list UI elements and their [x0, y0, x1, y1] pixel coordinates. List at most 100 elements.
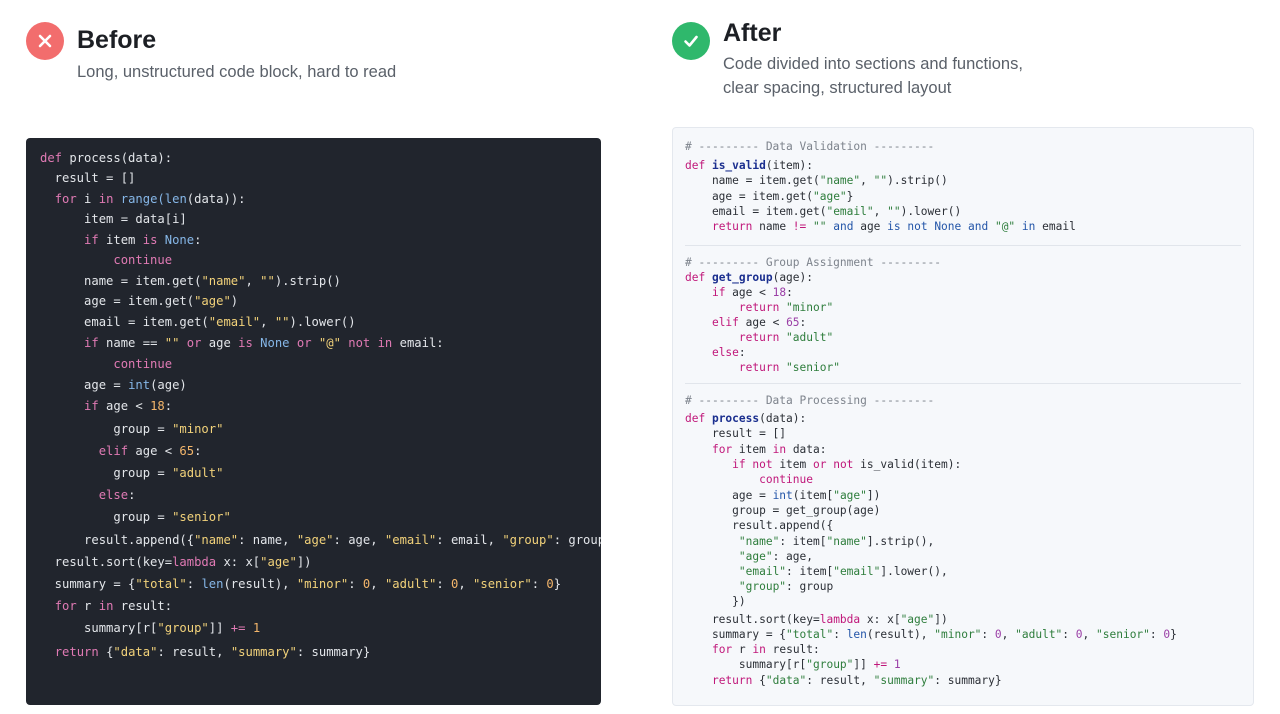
code-line: result.append({ — [685, 519, 833, 533]
code-token: or not — [813, 458, 861, 471]
code-token: } — [553, 577, 562, 591]
code-line: if name == "" or age is None or "@" not … — [40, 335, 601, 351]
code-token: not in — [348, 336, 400, 350]
code-line: def get_group(age): — [685, 271, 813, 285]
code-line: for r in result: — [40, 598, 601, 614]
code-token: len — [164, 192, 187, 206]
code-token: ).strip() — [887, 174, 948, 187]
code-line: # --------- Data Validation --------- — [685, 140, 934, 154]
code-token: : — [1149, 628, 1164, 641]
code-token: summary = { — [40, 577, 136, 591]
after-code-block: # --------- Data Validation --------- def… — [672, 127, 1254, 706]
code-token: get_group — [711, 271, 773, 284]
code-token: in — [98, 599, 121, 613]
code-token: process(data): — [69, 151, 173, 165]
code-token: name — [759, 220, 793, 233]
code-token: "adult" — [786, 331, 834, 344]
code-token: "total" — [135, 577, 187, 591]
code-token: def — [685, 412, 712, 425]
code-token: : email, — [436, 533, 503, 547]
code-token: group = — [40, 510, 173, 524]
code-line: def process(data): — [40, 150, 601, 166]
code-token: email = item.get( — [40, 315, 209, 329]
code-line: group = "minor" — [40, 421, 601, 437]
code-token: int — [128, 378, 151, 392]
code-token: (item): — [765, 159, 813, 172]
code-token: : — [799, 316, 807, 329]
code-token: r — [84, 599, 99, 613]
code-token: "senior" — [1096, 628, 1150, 641]
code-token: "minor" — [934, 628, 982, 641]
code-token: ].lower(), — [880, 565, 948, 578]
code-token: return — [738, 331, 787, 344]
code-token: "group" — [738, 580, 787, 593]
code-token: { — [759, 674, 766, 687]
code-token: age < — [732, 286, 773, 299]
code-token: email: — [399, 336, 444, 350]
code-token: item — [106, 233, 143, 247]
before-subtitle: Long, unstructured code block, hard to r… — [77, 63, 397, 81]
code-token: "group" — [806, 658, 854, 671]
code-token: group = — [40, 422, 173, 436]
code-token: ]] — [208, 621, 231, 635]
code-token: += — [230, 621, 246, 635]
code-token: , — [245, 274, 261, 288]
code-token: def — [40, 151, 70, 165]
code-token: "group" — [502, 533, 554, 547]
code-token: return — [711, 674, 760, 687]
code-token: 65 — [179, 444, 195, 458]
code-line: continue — [40, 252, 601, 268]
code-line: result.append({"name": name, "age": age,… — [40, 532, 601, 548]
code-line: group = "senior" — [40, 509, 601, 525]
code-token: "senior" — [172, 510, 231, 524]
code-token: "email" — [208, 315, 261, 329]
code-token: # --------- Group Assignment --------- — [685, 256, 941, 269]
code-token: (data)): — [186, 192, 246, 206]
code-token: : — [531, 577, 547, 591]
code-token: } — [846, 190, 854, 203]
code-token: if — [84, 336, 107, 350]
code-token: "age" — [738, 550, 773, 563]
success-badge — [672, 22, 710, 60]
code-line: age = item.get("age"} — [685, 190, 853, 204]
code-token: "summary" — [873, 674, 935, 687]
section-divider — [685, 245, 1241, 246]
code-token: "minor" — [296, 577, 349, 591]
code-token: : result, — [157, 645, 231, 659]
code-token: name == — [106, 336, 165, 350]
code-line: summary[r["group"]] += 1 — [40, 620, 601, 636]
code-token: 18 — [150, 399, 165, 413]
code-token: i — [84, 192, 99, 206]
code-token: "@" — [994, 220, 1016, 233]
code-token: "" — [887, 205, 901, 218]
code-token: "" — [873, 174, 888, 187]
code-token: "summary" — [230, 645, 297, 659]
code-token: (age): — [772, 271, 813, 284]
code-token: 0 — [546, 577, 554, 591]
code-token: : — [436, 577, 451, 591]
code-line: "email": item["email"].lower(), — [685, 565, 948, 579]
code-line: summary = {"total": len(result), "minor"… — [685, 628, 1177, 642]
code-token: if not — [732, 458, 780, 471]
code-line: for i in range(len(data)): — [40, 191, 601, 207]
code-token: } — [1170, 628, 1177, 641]
code-token: result.append({ — [685, 519, 834, 532]
code-token: "group" — [157, 621, 209, 635]
code-line: if age < 18: — [685, 286, 793, 300]
code-token: x: x[ — [223, 555, 261, 569]
code-token: lambda — [172, 555, 224, 569]
code-token: : item[ — [786, 565, 834, 578]
code-token: item — [779, 458, 813, 471]
code-token: "age" — [260, 555, 297, 569]
code-token: if — [84, 233, 107, 247]
before-code-block: def process(data): result = [] for i in … — [26, 138, 601, 705]
after-subtitle-line-1: Code divided into sections and functions… — [723, 55, 1023, 73]
